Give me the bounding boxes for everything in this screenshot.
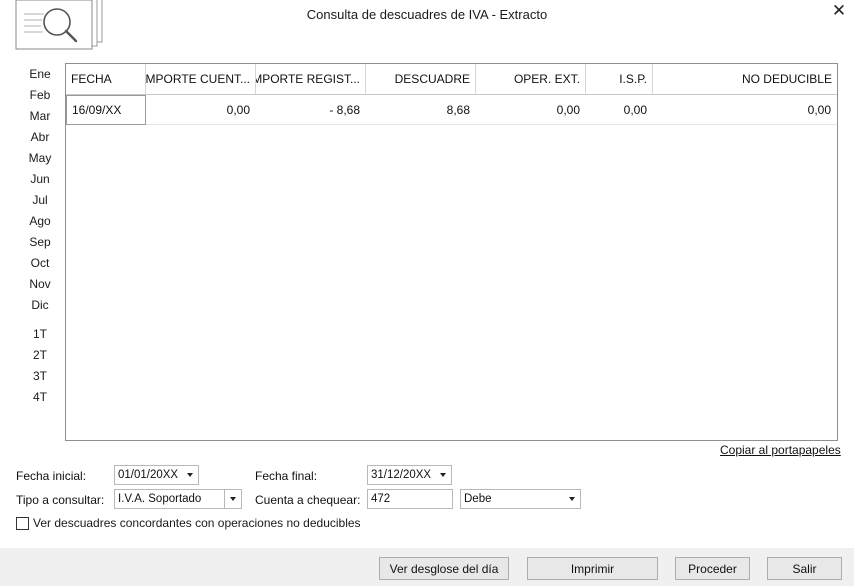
month-ago[interactable]: Ago <box>24 214 56 228</box>
ver-desglose-button[interactable]: Ver desglose del día <box>379 557 509 580</box>
column-header-oper-ext[interactable]: OPER. EXT. <box>476 64 586 95</box>
table-cell-importe-registro[interactable]: - 8,68 <box>256 95 366 125</box>
descuadres-grid[interactable]: FECHA IMPORTE CUENT... IMPORTE REGIST...… <box>65 63 838 441</box>
debe-haber-value: Debe <box>464 493 492 505</box>
table-cell-importe-cuenta[interactable]: 0,00 <box>146 95 256 125</box>
no-deducibles-checkbox[interactable] <box>16 516 29 530</box>
month-sep[interactable]: Sep <box>24 235 56 249</box>
chevron-down-icon[interactable] <box>181 466 198 484</box>
month-feb[interactable]: Feb <box>24 88 56 102</box>
month-may[interactable]: May <box>24 151 56 165</box>
tipo-consultar-value: I.V.A. Soportado <box>118 493 202 505</box>
fecha-inicial-value: 01/01/20XX <box>118 469 179 481</box>
table-cell-fecha[interactable]: 16/09/XX <box>66 95 146 125</box>
column-header-importe-registro[interactable]: IMPORTE REGIST... <box>256 64 366 95</box>
quarter-1t[interactable]: 1T <box>24 327 56 341</box>
month-ene[interactable]: Ene <box>24 67 56 81</box>
month-mar[interactable]: Mar <box>24 109 56 123</box>
table-cell-oper-ext[interactable]: 0,00 <box>476 95 586 125</box>
cuenta-chequear-input[interactable]: 472 <box>367 489 453 509</box>
debe-haber-select[interactable]: Debe <box>460 489 581 509</box>
cuenta-chequear-label: Cuenta a chequear: <box>255 493 361 507</box>
copy-to-clipboard-link[interactable]: Copiar al portapapeles <box>720 443 841 457</box>
table-cell-descuadre[interactable]: 8,68 <box>366 95 476 125</box>
column-header-fecha[interactable]: FECHA <box>66 64 146 95</box>
column-header-isp[interactable]: I.S.P. <box>586 64 653 95</box>
column-header-no-deducible[interactable]: NO DEDUCIBLE <box>653 64 837 95</box>
no-deducibles-option[interactable]: Ver descuadres concordantes con operacio… <box>16 516 361 530</box>
salir-button[interactable]: Salir <box>767 557 842 580</box>
chevron-down-icon[interactable] <box>224 490 241 508</box>
column-header-importe-cuenta[interactable]: IMPORTE CUENT... <box>146 64 256 95</box>
fecha-inicial-picker[interactable]: 01/01/20XX <box>114 465 199 485</box>
fecha-final-picker[interactable]: 31/12/20XX <box>367 465 452 485</box>
month-abr[interactable]: Abr <box>24 130 56 144</box>
month-jun[interactable]: Jun <box>24 172 56 186</box>
month-oct[interactable]: Oct <box>24 256 56 270</box>
tipo-consultar-label: Tipo a consultar: <box>16 493 105 507</box>
fecha-final-value: 31/12/20XX <box>371 469 432 481</box>
column-header-descuadre[interactable]: DESCUADRE <box>366 64 476 95</box>
chevron-down-icon[interactable] <box>563 490 580 508</box>
no-deducibles-label: Ver descuadres concordantes con operacio… <box>33 516 361 530</box>
fecha-final-label: Fecha final: <box>255 469 318 483</box>
tipo-consultar-select[interactable]: I.V.A. Soportado <box>114 489 242 509</box>
month-dic[interactable]: Dic <box>24 298 56 312</box>
close-icon[interactable]: ✕ <box>828 1 850 21</box>
window-title: Consulta de descuadres de IVA - Extracto <box>306 7 548 22</box>
chevron-down-icon[interactable] <box>434 466 451 484</box>
table-cell-isp[interactable]: 0,00 <box>586 95 653 125</box>
proceder-button[interactable]: Proceder <box>675 557 750 580</box>
month-nov[interactable]: Nov <box>24 277 56 291</box>
fecha-inicial-label: Fecha inicial: <box>16 469 87 483</box>
quarter-3t[interactable]: 3T <box>24 369 56 383</box>
quarter-4t[interactable]: 4T <box>24 390 56 404</box>
month-jul[interactable]: Jul <box>24 193 56 207</box>
quarter-2t[interactable]: 2T <box>24 348 56 362</box>
imprimir-button[interactable]: Imprimir <box>527 557 658 580</box>
table-cell-no-deducible[interactable]: 0,00 <box>653 95 837 125</box>
